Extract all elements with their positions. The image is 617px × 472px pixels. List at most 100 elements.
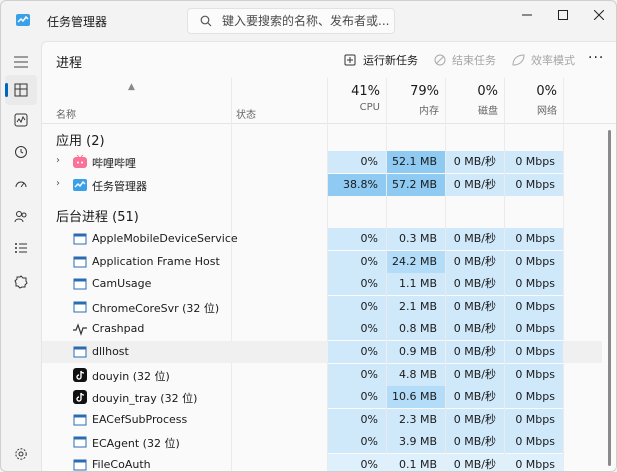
memory-cell: 10.6 MB	[387, 386, 445, 409]
minimize-icon	[522, 14, 532, 16]
table-row[interactable]: › 任务管理器 38.8% 57.2 MB 0 MB/秒 0 Mbps	[42, 174, 602, 196]
table-row[interactable]: douyin (32 位) 0% 4.8 MB 0 MB/秒 0 Mbps	[42, 363, 602, 386]
table-row[interactable]: Application Frame Host 0% 24.2 MB 0 MB/秒 0 M…	[42, 250, 602, 273]
search-box[interactable]	[187, 8, 395, 34]
nav-startup-apps[interactable]	[5, 169, 37, 199]
network-cell: 0 Mbps	[505, 454, 563, 471]
column-cpu[interactable]: 41% CPU	[328, 84, 380, 113]
window-icon	[72, 457, 88, 471]
process-name: douyin_tray (32 位)	[92, 392, 198, 406]
table-row[interactable]: ChromeCoreSvr (32 位) 0% 2.1 MB 0 MB/秒 0 Mbps	[42, 295, 602, 318]
hamburger-menu-button[interactable]	[5, 47, 37, 77]
column-name[interactable]: 名称	[56, 106, 76, 121]
disk-cell: 0 MB/秒	[446, 431, 504, 454]
table-row[interactable]: Crashpad 0% 0.8 MB 0 MB/秒 0 Mbps	[42, 318, 602, 341]
more-options-button[interactable]: ···	[588, 50, 604, 66]
cpu-cell: 0%	[328, 363, 386, 386]
network-cell: 0 Mbps	[505, 151, 563, 173]
cpu-cell: 0%	[328, 228, 386, 250]
memory-cell: 0.1 MB	[387, 454, 445, 471]
network-cell: 0 Mbps	[505, 273, 563, 296]
end-task-button[interactable]: 结束任务	[434, 50, 496, 70]
close-button[interactable]	[581, 1, 616, 29]
table-row[interactable]: FileCoAuth 0% 0.1 MB 0 MB/秒 0 Mbps	[42, 454, 602, 471]
task-manager-app-icon	[15, 12, 31, 28]
network-cell: 0 Mbps	[505, 174, 563, 196]
memory-cell: 0.9 MB	[387, 341, 445, 363]
chevron-right-icon[interactable]: ›	[56, 178, 60, 189]
column-network[interactable]: 0% 网络	[505, 84, 557, 117]
network-cell: 0 Mbps	[505, 431, 563, 454]
scrollbar[interactable]	[608, 130, 611, 466]
run-new-task-label: 运行新任务	[363, 54, 418, 67]
disk-cell: 0 MB/秒	[446, 318, 504, 341]
column-header: ▲ 名称 状态 41% CPU 79% 内存 0% 磁盘 0% 网络	[42, 78, 616, 124]
column-memory[interactable]: 79% 内存	[387, 84, 439, 117]
table-row[interactable]: dllhost 0% 0.9 MB 0 MB/秒 0 Mbps	[42, 341, 602, 363]
disk-label: 磁盘	[478, 106, 498, 117]
gear-icon	[15, 448, 27, 460]
memory-cell: 2.3 MB	[387, 408, 445, 431]
nav-users[interactable]	[5, 201, 37, 231]
search-input[interactable]	[222, 13, 390, 29]
column-disk[interactable]: 0% 磁盘	[446, 84, 498, 117]
memory-cell: 57.2 MB	[387, 174, 445, 196]
performance-icon	[14, 113, 28, 127]
process-name: CamUsage	[92, 277, 152, 291]
process-name: dllhost	[92, 345, 129, 358]
nav-details[interactable]	[5, 233, 37, 263]
window-icon	[72, 299, 88, 315]
cpu-cell: 0%	[328, 151, 386, 173]
process-name: 哔哩哔哩	[92, 157, 136, 170]
process-name: AppleMobileDeviceService	[92, 232, 238, 245]
table-row[interactable]: CamUsage 0% 1.1 MB 0 MB/秒 0 Mbps	[42, 273, 602, 296]
efficiency-mode-button[interactable]: 效率模式	[512, 50, 575, 70]
network-cell: 0 Mbps	[505, 228, 563, 250]
process-name: EACefSubProcess	[92, 412, 188, 426]
nav-app-history[interactable]	[5, 137, 37, 167]
maximize-button[interactable]	[545, 1, 581, 29]
window-icon	[72, 412, 88, 428]
cpu-cell: 0%	[328, 386, 386, 409]
window-icon	[72, 254, 88, 270]
disk-cell: 0 MB/秒	[446, 408, 504, 431]
table-row[interactable]: douyin_tray (32 位) 0% 10.6 MB 0 MB/秒 0 Mbps	[42, 386, 602, 409]
column-status[interactable]: 状态	[236, 106, 256, 121]
history-icon	[15, 146, 27, 158]
disk-cell: 0 MB/秒	[446, 228, 504, 250]
speedometer-icon	[15, 181, 27, 188]
nav-settings[interactable]	[5, 439, 37, 469]
memory-cell: 3.9 MB	[387, 431, 445, 454]
network-cell: 0 Mbps	[505, 386, 563, 409]
nav-processes[interactable]	[5, 75, 37, 105]
table-row[interactable]: ECAgent (32 位) 0% 3.9 MB 0 MB/秒 0 Mbps	[42, 431, 602, 454]
network-cell: 0 Mbps	[505, 341, 563, 363]
cpu-cell: 38.8%	[328, 174, 386, 196]
cpu-cell: 0%	[328, 273, 386, 296]
pulse-icon	[72, 321, 88, 337]
process-name: Crashpad	[92, 322, 145, 336]
disk-cell: 0 MB/秒	[446, 151, 504, 173]
table-row[interactable]: EACefSubProcess 0% 2.3 MB 0 MB/秒 0 Mbps	[42, 408, 602, 431]
disk-cell: 0 MB/秒	[446, 341, 504, 363]
disk-cell: 0 MB/秒	[446, 174, 504, 196]
bilibili-icon	[72, 154, 88, 170]
nav-services[interactable]	[5, 267, 37, 297]
table-row[interactable]: AppleMobileDeviceService 0% 0.3 MB 0 MB/秒 0 …	[42, 228, 602, 250]
minimize-button[interactable]	[509, 1, 545, 29]
process-name: ECAgent (32 位)	[92, 437, 180, 451]
chevron-right-icon[interactable]: ›	[56, 155, 60, 166]
memory-cell: 2.1 MB	[387, 295, 445, 318]
cpu-cell: 0%	[328, 431, 386, 454]
nav-performance[interactable]	[5, 105, 37, 135]
memory-cell: 1.1 MB	[387, 273, 445, 296]
memory-cell: 24.2 MB	[387, 250, 445, 273]
run-new-task-button[interactable]: 运行新任务	[344, 50, 418, 70]
cpu-cell: 0%	[328, 408, 386, 431]
window-icon	[72, 231, 88, 247]
table-row[interactable]: › 哔哩哔哩 0% 52.1 MB 0 MB/秒 0 Mbps	[42, 151, 602, 173]
process-name: 任务管理器	[92, 180, 147, 193]
cpu-cell: 0%	[328, 454, 386, 471]
end-task-icon	[434, 54, 446, 66]
cpu-cell: 0%	[328, 341, 386, 363]
